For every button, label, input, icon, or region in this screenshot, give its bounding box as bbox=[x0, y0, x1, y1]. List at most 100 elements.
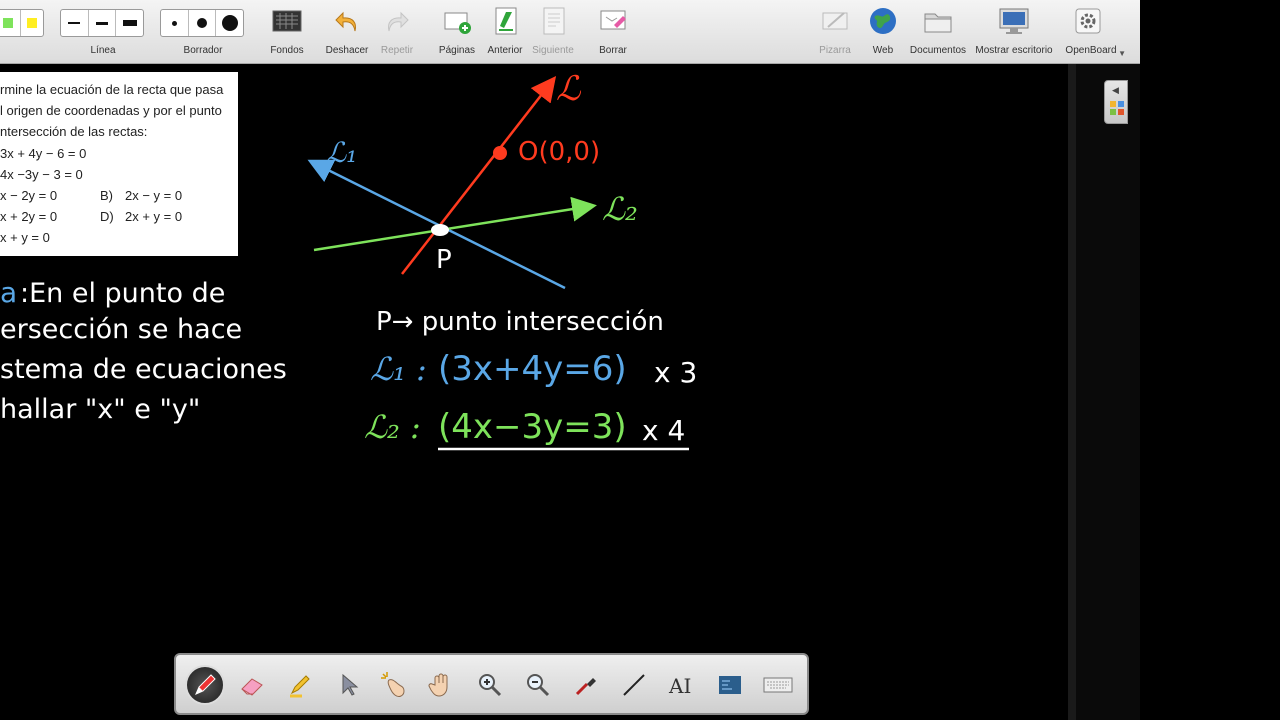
laser-icon bbox=[381, 672, 405, 697]
text-icon: AI bbox=[668, 674, 691, 698]
redo-icon bbox=[388, 11, 409, 32]
eraser-icon bbox=[241, 678, 263, 696]
line-l2-green bbox=[313, 196, 597, 252]
highlighter-tool-button[interactable] bbox=[280, 665, 320, 705]
desktop-label: Mostrar escritorio bbox=[975, 45, 1053, 56]
selector-tool-button[interactable] bbox=[328, 665, 368, 705]
note-line-3: stema de ecuaciones bbox=[0, 354, 287, 385]
main-toolbar: Línea Borrador Fondos Deshacer Repetir P… bbox=[0, 0, 1140, 64]
text-tool-button[interactable]: AI bbox=[662, 665, 702, 705]
line-thin-button[interactable] bbox=[61, 10, 89, 36]
line-width-group: Línea bbox=[60, 0, 146, 64]
point-p-label: P bbox=[436, 245, 452, 275]
note-line-4: hallar "x" e "y" bbox=[0, 394, 200, 425]
openboard-menu-button[interactable]: OpenBoard ▼ bbox=[1060, 0, 1132, 64]
desktop-icon bbox=[999, 8, 1029, 34]
undo-button[interactable]: Deshacer bbox=[324, 0, 370, 64]
show-desktop-button[interactable]: Mostrar escritorio bbox=[972, 0, 1056, 64]
origin-point bbox=[493, 146, 507, 160]
library-icon bbox=[1110, 101, 1124, 115]
line-tool-button[interactable] bbox=[614, 665, 654, 705]
openboard-label: OpenBoard bbox=[1065, 45, 1117, 56]
chevron-down-icon: ▼ bbox=[1118, 49, 1126, 58]
drawing-tools-toolbar: AI bbox=[174, 653, 809, 715]
eraser-label: Borrador bbox=[183, 45, 223, 56]
screenshot-icon bbox=[719, 676, 741, 694]
panel-toggle-handle[interactable]: ◀ bbox=[1104, 80, 1128, 124]
color-swatch-yellow[interactable] bbox=[21, 10, 44, 36]
collapse-arrow-icon: ◀ bbox=[1112, 85, 1119, 95]
documents-button[interactable]: Documentos bbox=[908, 0, 968, 64]
eq2-multiplier: x 4 bbox=[642, 414, 685, 447]
eq1-prefix: ℒ₁ : bbox=[370, 350, 427, 388]
previous-label: Anterior bbox=[487, 45, 523, 56]
pen-tool-button[interactable] bbox=[185, 665, 225, 705]
next-page-button[interactable]: Siguiente bbox=[530, 0, 576, 64]
web-button[interactable]: Web bbox=[860, 0, 906, 64]
line-tool-icon bbox=[623, 674, 645, 696]
settings-gear-icon bbox=[1075, 8, 1101, 34]
previous-page-icon bbox=[495, 7, 517, 35]
line-medium-button[interactable] bbox=[89, 10, 117, 36]
zoom-out-icon bbox=[527, 674, 550, 697]
panel-divider bbox=[1068, 64, 1076, 720]
web-label: Web bbox=[872, 45, 894, 56]
svg-text:AI: AI bbox=[668, 674, 691, 698]
eq2-prefix: ℒ₂ : bbox=[364, 408, 421, 446]
interact-tool-button[interactable] bbox=[374, 665, 414, 705]
eraser-small-button[interactable] bbox=[161, 10, 189, 36]
add-page-icon bbox=[444, 12, 471, 34]
board-icon bbox=[822, 12, 848, 30]
eraser-large-button[interactable] bbox=[216, 10, 243, 36]
board-button[interactable]: Pizarra bbox=[812, 0, 858, 64]
pages-label: Páginas bbox=[438, 45, 476, 56]
zoom-in-icon bbox=[479, 674, 502, 697]
clear-button[interactable]: Borrar bbox=[590, 0, 636, 64]
right-side-panel bbox=[1076, 64, 1140, 720]
label-l2-green: ℒ₂ bbox=[602, 190, 638, 228]
origin-label: O(0,0) bbox=[518, 137, 600, 167]
backgrounds-button[interactable]: Fondos bbox=[264, 0, 310, 64]
hand-icon bbox=[428, 673, 448, 697]
note-line-2: ersección se hace bbox=[0, 314, 242, 345]
intersection-note: P→ punto intersección bbox=[376, 307, 664, 337]
next-page-icon bbox=[543, 7, 565, 35]
zoom-in-button[interactable] bbox=[470, 665, 510, 705]
hand-tool-button[interactable] bbox=[422, 665, 462, 705]
folder-icon bbox=[924, 13, 952, 33]
pages-button[interactable]: Páginas bbox=[434, 0, 480, 64]
pointer-icon bbox=[342, 673, 359, 696]
line-thick-button[interactable] bbox=[116, 10, 143, 36]
clear-page-icon bbox=[600, 10, 626, 30]
note-line-1: :En el punto de bbox=[20, 278, 225, 309]
line-label: Línea bbox=[90, 45, 116, 56]
screenshot-tool-button[interactable] bbox=[710, 665, 750, 705]
eq1-multiplier: x 3 bbox=[654, 356, 697, 389]
redo-label: Repetir bbox=[380, 45, 414, 56]
redo-button[interactable]: Repetir bbox=[374, 0, 420, 64]
virtual-keyboard-button[interactable] bbox=[758, 665, 798, 705]
undo-label: Deshacer bbox=[325, 45, 369, 56]
pen-icon bbox=[195, 674, 216, 695]
next-label: Siguiente bbox=[532, 45, 574, 56]
clear-label: Borrar bbox=[599, 45, 627, 56]
label-l-red: ℒ bbox=[556, 69, 582, 109]
eraser-size-group: Borrador bbox=[160, 0, 246, 64]
whiteboard-canvas[interactable]: ℒ ℒ₁ ℒ₂ O(0,0) P a :En el punto de ersec… bbox=[0, 64, 1068, 652]
color-swatch-green[interactable] bbox=[0, 10, 21, 36]
highlighter-icon bbox=[290, 675, 310, 698]
color-palette bbox=[0, 0, 46, 64]
note-colon-blue: a bbox=[0, 276, 17, 309]
label-l1-blue: ℒ₁ bbox=[326, 136, 357, 169]
backgrounds-icon bbox=[272, 10, 302, 32]
eq1-body: (3x+4y=6) bbox=[438, 349, 627, 389]
capture-tool-button[interactable] bbox=[566, 665, 606, 705]
keyboard-icon bbox=[763, 677, 793, 693]
capture-icon bbox=[575, 678, 596, 696]
backgrounds-label: Fondos bbox=[270, 45, 304, 56]
eraser-tool-button[interactable] bbox=[232, 665, 272, 705]
previous-page-button[interactable]: Anterior bbox=[482, 0, 528, 64]
zoom-out-button[interactable] bbox=[518, 665, 558, 705]
eraser-medium-button[interactable] bbox=[189, 10, 217, 36]
undo-icon bbox=[335, 11, 356, 32]
